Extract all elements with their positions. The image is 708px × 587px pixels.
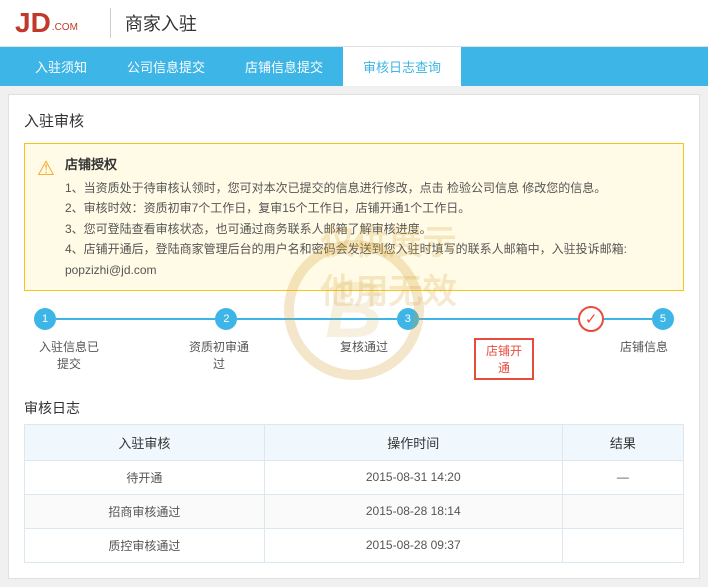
page-title: 入驻审核	[24, 110, 684, 131]
steps-row: 1 2 3 ✓ 5	[34, 306, 674, 332]
audit-title: 审核日志	[24, 398, 684, 418]
row3-col3	[562, 528, 683, 562]
top-nav: 入驻须知 公司信息提交 店铺信息提交 审核日志查询	[0, 47, 708, 86]
notice-content: 店铺授权 1、当资质处于待审核认领时，您可对本次已提交的信息进行修改，点击 检验…	[65, 154, 671, 280]
nav-item-audit[interactable]: 审核日志查询	[343, 47, 461, 86]
app-container: JD .COM 商家入驻 入驻须知 公司信息提交 店铺信息提交 审核日志查询 入…	[0, 0, 708, 579]
notice-line-1: 1、当资质处于待审核认领时，您可对本次已提交的信息进行修改，点击 检验公司信息 …	[65, 178, 671, 198]
step-4-label-box: 店铺开通	[474, 338, 534, 380]
notice-line-3: 3、您可登陆查看审核状态，也可通过商务联系人邮箱了解审核进度。	[65, 219, 671, 239]
step-line-2	[237, 318, 396, 320]
col-header-2: 操作时间	[264, 424, 562, 460]
step-3: 3	[397, 308, 419, 330]
nav-item-company[interactable]: 公司信息提交	[107, 47, 225, 86]
main-content: 入驻审核 ⚠ 店铺授权 1、当资质处于待审核认领时，您可对本次已提交的信息进行修…	[8, 94, 700, 579]
step-5-label: 店铺信息	[614, 338, 674, 355]
col-header-1: 入驻审核	[25, 424, 265, 460]
nav-item-store[interactable]: 店铺信息提交	[225, 47, 343, 86]
step-4-circle: ✓	[578, 306, 604, 332]
audit-table: 入驻审核 操作时间 结果 待开通 2015-08-31 14:20 — 招商审核…	[24, 424, 684, 563]
step-5-circle: 5	[652, 308, 674, 330]
step-line-3	[419, 318, 578, 320]
nav-item-ruzhi[interactable]: 入驻须知	[15, 47, 107, 86]
warning-icon: ⚠	[37, 156, 55, 280]
col-header-3: 结果	[562, 424, 683, 460]
step-1-label: 入驻信息已提交	[34, 338, 104, 372]
step-4-label: 店铺开通	[474, 338, 534, 380]
table-row: 质控审核通过 2015-08-28 09:37	[25, 528, 684, 562]
jd-text: JD	[15, 9, 51, 37]
row3-col2: 2015-08-28 09:37	[264, 528, 562, 562]
row1-col2: 2015-08-31 14:20	[264, 460, 562, 494]
com-text: .COM	[52, 19, 78, 37]
step-line-4	[604, 318, 652, 320]
step-3-circle: 3	[397, 308, 419, 330]
row2-col2: 2015-08-28 18:14	[264, 494, 562, 528]
row1-col1: 待开通	[25, 460, 265, 494]
logo-jd-text: JD .COM	[15, 9, 78, 37]
table-row: 待开通 2015-08-31 14:20 —	[25, 460, 684, 494]
step-3-label: 复核通过	[334, 338, 394, 355]
step-2-label: 资质初审通过	[184, 338, 254, 372]
notice-box: ⚠ 店铺授权 1、当资质处于待审核认领时，您可对本次已提交的信息进行修改，点击 …	[24, 143, 684, 291]
step-4: ✓	[578, 306, 604, 332]
steps-section: 1 2 3 ✓ 5	[24, 306, 684, 388]
step-2: 2	[215, 308, 237, 330]
table-row: 招商审核通过 2015-08-28 18:14	[25, 494, 684, 528]
notice-line-2: 2、审核时效：资质初审7个工作日，复审15个工作日，店铺开通1个工作日。	[65, 198, 671, 218]
row2-col1: 招商审核通过	[25, 494, 265, 528]
step-1-circle: 1	[34, 308, 56, 330]
step-5: 5	[652, 308, 674, 330]
notice-title: 店铺授权	[65, 154, 671, 173]
logo: JD .COM	[15, 9, 78, 37]
step-2-circle: 2	[215, 308, 237, 330]
header-title: 商家入驻	[125, 10, 197, 36]
logo-divider	[110, 8, 111, 38]
step-1: 1	[34, 308, 56, 330]
row3-col1: 质控审核通过	[25, 528, 265, 562]
row1-col3: —	[562, 460, 683, 494]
steps-labels: 入驻信息已提交 资质初审通过 复核通过 店铺开通 店铺信息	[34, 338, 674, 380]
header: JD .COM 商家入驻	[0, 0, 708, 47]
notice-line-4: 4、店铺开通后，登陆商家管理后台的用户名和密码会发送到您入驻时填写的联系人邮箱中…	[65, 239, 671, 280]
step-line-1	[56, 318, 215, 320]
row2-col3	[562, 494, 683, 528]
